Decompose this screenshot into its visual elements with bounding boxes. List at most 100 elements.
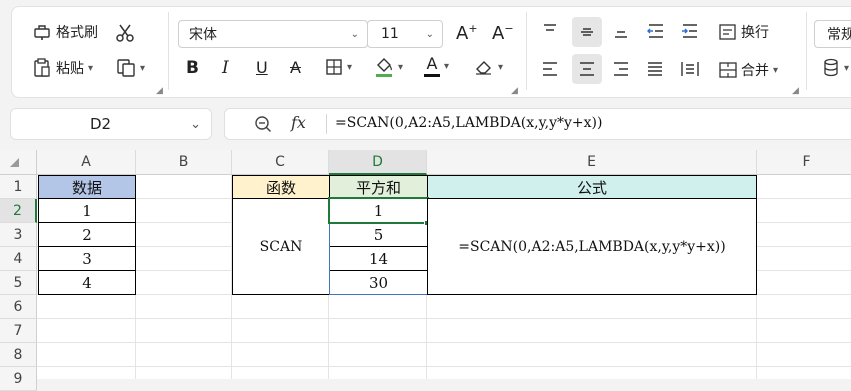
paste-dropdown-icon[interactable]: ▾ (88, 63, 93, 74)
row-header-3[interactable]: 3 (0, 223, 37, 247)
increase-indent-button[interactable] (680, 22, 700, 40)
align-left-icon (541, 60, 559, 78)
cell-d4[interactable]: 14 (329, 246, 428, 271)
align-bottom-button[interactable] (612, 22, 630, 40)
cell-e2-merged[interactable]: =SCAN(0,A2:A5,LAMBDA(x,y,y*y+x)) (427, 198, 757, 295)
select-all-icon (10, 158, 19, 167)
align-center-button[interactable] (572, 54, 602, 84)
wrap-text-label: 换行 (741, 25, 769, 41)
ribbon-toolbar: 格式刷 粘贴 ▾ ▾ ◢ 宋体 ⌄ 11 ⌄ A+ A− B I U A ▾ ▾… (0, 0, 851, 100)
zoom-search-icon[interactable] (254, 115, 272, 137)
align-center-icon (578, 60, 596, 78)
strikethrough-button[interactable]: A (290, 58, 301, 77)
row-header-4[interactable]: 4 (0, 247, 37, 271)
merge-button[interactable]: 合并 ▾ (718, 60, 778, 80)
copy-dropdown-icon[interactable]: ▾ (140, 63, 145, 74)
name-box-value: D2 (90, 115, 112, 133)
paste-icon (31, 58, 53, 78)
formula-bar: D2 ⌄ fx =SCAN(0,A2:A5,LAMBDA(x,y,y*y+x)) (0, 105, 851, 143)
merge-dropdown-icon[interactable]: ▾ (773, 65, 778, 76)
function-icon[interactable]: fx (291, 113, 306, 132)
row-header-7[interactable]: 7 (0, 319, 37, 343)
cell-e1[interactable]: 公式 (427, 175, 757, 199)
cell-a3[interactable]: 2 (38, 222, 136, 247)
number-format-select[interactable]: 常规 (814, 20, 851, 48)
italic-icon: I (222, 58, 229, 78)
cell-a5[interactable]: 4 (38, 270, 136, 295)
number-format-value: 常规 (827, 27, 851, 43)
cell-a1[interactable]: 数据 (38, 175, 136, 199)
font-color-dropdown-icon[interactable]: ▾ (444, 61, 449, 72)
gridline (37, 366, 851, 367)
decrease-font-button[interactable]: A− (492, 22, 514, 44)
align-right-icon (612, 60, 630, 78)
font-color-button[interactable]: A ▾ (424, 56, 449, 77)
select-all-corner[interactable] (0, 150, 37, 175)
formula-text[interactable]: =SCAN(0,A2:A5,LAMBDA(x,y,y*y+x)) (335, 115, 602, 131)
row-header-8[interactable]: 8 (0, 343, 37, 367)
alignment-group-expander-icon[interactable]: ◢ (792, 86, 799, 96)
spreadsheet-grid: A B C D E F 1 2 3 4 5 6 7 8 9 数据 1 2 3 4… (0, 150, 851, 391)
row-header-1[interactable]: 1 (0, 175, 37, 199)
cell-d1[interactable]: 平方和 (329, 175, 428, 199)
align-top-button[interactable] (541, 22, 559, 40)
merge-cells-icon (718, 61, 738, 79)
align-middle-button[interactable] (572, 17, 602, 47)
underline-button[interactable]: U (256, 58, 268, 77)
align-left-button[interactable] (541, 60, 559, 78)
align-top-icon (541, 22, 559, 40)
clipboard-group-expander-icon[interactable]: ◢ (156, 86, 163, 96)
column-header-d[interactable]: D (329, 150, 427, 175)
fill-color-dropdown-icon[interactable]: ▾ (398, 62, 403, 73)
justify-button[interactable] (646, 60, 664, 78)
clear-format-button[interactable]: ▾ (474, 58, 503, 76)
cell-d5[interactable]: 30 (329, 270, 428, 295)
paste-button[interactable]: 粘贴 ▾ (31, 58, 93, 78)
distribute-button[interactable] (680, 60, 700, 78)
decrease-font-size-icon: A− (492, 22, 514, 44)
increase-font-button[interactable]: A+ (456, 22, 478, 44)
number-style-button[interactable]: ▾ (822, 58, 849, 78)
column-header-a[interactable]: A (37, 150, 136, 175)
column-header-c[interactable]: C (232, 150, 329, 175)
font-group-expander-icon[interactable]: ◢ (511, 86, 518, 96)
column-header-f[interactable]: F (757, 150, 851, 175)
font-size-select[interactable]: 11 ⌄ (367, 20, 443, 48)
number-style-dropdown-icon[interactable]: ▾ (844, 63, 849, 74)
align-right-button[interactable] (612, 60, 630, 78)
name-box[interactable]: D2 ⌄ (10, 108, 212, 140)
format-painter-label: 格式刷 (56, 25, 98, 41)
cell-a2[interactable]: 1 (38, 198, 136, 223)
row-header-9[interactable]: 9 (0, 367, 37, 391)
row-header-6[interactable]: 6 (0, 295, 37, 319)
chevron-down-icon[interactable]: ⌄ (190, 117, 201, 132)
cell-a4[interactable]: 3 (38, 246, 136, 271)
format-painter-icon (31, 23, 53, 41)
font-size-value: 11 (381, 26, 399, 42)
wrap-text-button[interactable]: 换行 (718, 22, 769, 42)
chevron-down-icon: ⌄ (425, 28, 434, 40)
fill-color-button[interactable]: ▾ (374, 56, 403, 78)
group-divider (168, 12, 169, 90)
cell-c2-merged[interactable]: SCAN (232, 198, 330, 295)
strikethrough-icon: A (290, 58, 301, 77)
cell-c1[interactable]: 函数 (232, 175, 330, 199)
border-button[interactable]: ▾ (325, 58, 352, 76)
format-painter-button[interactable]: 格式刷 (31, 22, 98, 42)
justify-icon (646, 60, 664, 78)
column-header-e[interactable]: E (427, 150, 757, 175)
italic-button[interactable]: I (222, 58, 229, 78)
row-header-5[interactable]: 5 (0, 271, 37, 295)
bold-button[interactable]: B (186, 58, 199, 78)
column-header-b[interactable]: B (136, 150, 232, 175)
increase-indent-icon (680, 22, 700, 40)
copy-icon (116, 58, 136, 78)
copy-button[interactable]: ▾ (116, 58, 145, 78)
decrease-indent-button[interactable] (646, 22, 666, 40)
cut-button[interactable] (114, 22, 136, 44)
cell-d3[interactable]: 5 (329, 222, 428, 247)
row-header-2[interactable]: 2 (0, 199, 37, 223)
font-name-select[interactable]: 宋体 ⌄ (178, 20, 368, 48)
clear-format-dropdown-icon[interactable]: ▾ (498, 62, 503, 73)
border-dropdown-icon[interactable]: ▾ (347, 62, 352, 73)
